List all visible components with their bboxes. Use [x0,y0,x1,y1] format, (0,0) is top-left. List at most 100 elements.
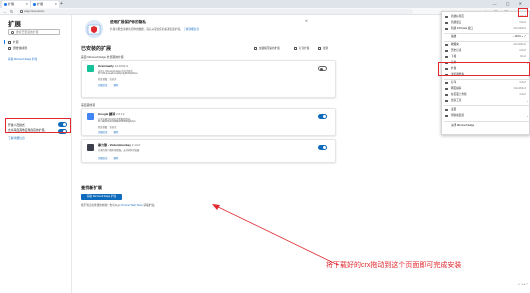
extension-card-google-translate: Google 翻译 2.0.13 在浏览网页时轻松查看翻译版本。 ID: aap… [81,108,336,136]
highlight-box-extensions-menu [438,62,530,76]
back-icon[interactable]: ← [3,8,7,15]
system-tray: ◐ ◑ ◒ ◓ [518,282,528,286]
tab-bar: 扩展 ✕ 扩展 ✕ + — ▢ ✕ [0,0,530,8]
tab-close-icon[interactable]: ✕ [25,1,28,8]
new-tab-icon [445,15,448,19]
extension-card-violentmonkey: 暴力猴 - Violentmonkey 2.13.0 开源的用户脚本管理器，支持… [81,139,336,163]
zoom-control[interactable]: − 100% + ⤢ [512,34,526,40]
remove-link[interactable]: 删除 [114,157,119,160]
inprivate-icon [445,27,448,31]
tab-favicon-icon [33,3,36,6]
extension-links: 详细信息 删除 [98,130,118,134]
page-info-icon[interactable] [20,10,23,13]
details-link[interactable]: 详细信息 [98,84,108,87]
details-link[interactable]: 详细信息 [98,157,108,160]
search-input[interactable]: 搜索已安装的扩展 [8,29,60,35]
download-icon [445,55,448,59]
url-text: edge://extensions [24,10,45,13]
tab-close-icon[interactable]: ✕ [54,1,57,8]
menu-item-zoom[interactable]: 缩放 − 100% + ⤢ [442,34,530,40]
tab-label: 扩展 [8,2,15,6]
extension-description: 开源的用户脚本管理器，支持多种浏览器 [98,150,140,152]
details-link[interactable]: 详细信息 [98,131,108,134]
print-icon [445,81,448,85]
remove-link[interactable]: 删除 [114,84,119,87]
action-label: 打包扩展 [299,47,310,50]
action-label: 加载解压缩的扩展 [259,47,280,50]
sidebar-item-shortcuts[interactable]: 键盘快捷键 [8,46,27,50]
gear-icon [445,108,448,112]
tools-icon [445,99,448,103]
keyboard-icon [8,46,11,50]
refresh-icon [318,46,321,50]
address-bar[interactable]: edge://extensions [18,9,413,14]
menu-item-inprivate[interactable]: 新建 InPrivate 窗口 Ctrl+Shift+N [442,26,530,32]
menu-item-close-edge[interactable]: 关闭 Microsoft Edge [442,123,530,129]
google-translate-icon [87,113,94,120]
tab-extensions-1[interactable]: 扩展 ✕ [2,1,30,8]
highlight-box-more-button [518,8,528,17]
store-note: 找不到正在查找的内容？也可以从 Chrome Web Store 获取扩展。 [81,203,157,207]
history-icon [445,49,448,53]
grammarly-icon [87,65,94,72]
extension-inspect: 检查视图：背景页 [98,127,117,129]
search-placeholder: 搜索已安装的扩展 [16,30,39,34]
extension-card-grammarly: Grammarly 14.1001.0 适用于 Microsoft Edge 的… [81,60,336,98]
extension-name: Grammarly 14.1001.0 [98,64,129,68]
extension-name: Google 翻译 2.0.13 [98,112,125,116]
window-controls[interactable]: — ▢ ✕ [493,0,526,8]
find-extensions-title: 查找新扩展 [81,185,102,190]
help-icon [445,114,448,118]
menu-item-more-tools[interactable]: 更多工具 › [442,98,530,104]
window-icon [445,21,448,25]
sidebar-item-extensions[interactable]: 扩展 [4,40,19,44]
violentmonkey-icon [87,144,94,151]
learn-more-link[interactable]: 了解详细信息 [8,136,25,140]
store-link[interactable]: 获取 Microsoft Edge 扩展 [8,57,37,61]
menu-divider [444,121,529,122]
sidebar-item-label: 键盘快捷键 [13,46,27,50]
banner-description: 扩展可能会请求访问你的数据，请只从受信任的来源安装扩展。 了解详细信息 [110,27,199,31]
extension-toggle[interactable] [318,145,327,150]
extension-icon [8,40,11,44]
section-label-other: 来自其他源 [81,103,95,107]
extension-toggle[interactable] [318,114,327,119]
tab-label: 扩展 [37,2,44,6]
find-icon [445,93,448,97]
package-icon [294,46,297,50]
banner-description-text: 扩展可能会请求访问你的数据，请只从受信任的来源安装扩展。 [110,28,183,31]
get-extensions-button[interactable]: 获取 Microsoft Edge 扩展 [81,194,122,200]
banner-close-icon[interactable]: ✕ [305,19,308,23]
star-icon [445,43,448,47]
menu-item-help[interactable]: 帮助和反馈 › [442,113,530,119]
extension-inspect: 检查视图：背景页 [98,79,117,81]
store-note-prefix: 找不到正在查找的内容？也可以从 [81,204,120,207]
banner-title: 使用扩展保护你的隐私 [110,20,146,24]
extension-toggle[interactable] [318,66,327,71]
folder-icon [254,46,257,50]
installed-title: 已安装的扩展 [81,46,112,52]
refresh-icon[interactable]: ↻ [10,8,13,15]
sidebar-title: 扩展 [8,21,21,28]
pack-extension-button[interactable]: 打包扩展 [294,46,309,50]
extension-id: ID: kbfnbcaeplbcioakkpcpgfkobkghlhen [98,73,138,75]
banner-learn-more-link[interactable]: 了解详细信息 [183,28,199,31]
tab-extensions-2[interactable]: 扩展 ✕ [31,1,59,8]
extension-name: 暴力猴 - Violentmonkey 2.13.0 [98,143,141,147]
store-note-suffix: 获取扩展。 [143,204,157,207]
extension-links: 详细信息 删除 [98,83,118,87]
chevron-right-icon: › [527,114,528,118]
update-button[interactable]: 更新 [318,46,328,50]
remove-link[interactable]: 删除 [114,131,119,134]
annotation-text: 将下载好的crx拖动到这个页面即可完成安装 [326,262,462,269]
load-unpacked-button[interactable]: 加载解压缩的扩展 [254,46,280,50]
new-tab-button[interactable]: + [60,1,63,7]
extension-links: 详细信息 删除 [98,156,118,160]
capture-icon [445,87,448,91]
sidebar: 扩展 搜索已安装的扩展 扩展 键盘快捷键 获取 Microsoft Edge 扩… [0,15,72,293]
chrome-web-store-link[interactable]: Chrome Web Store [121,204,143,207]
tab-favicon-icon [4,3,7,6]
chevron-right-icon: › [527,99,528,103]
menu-divider [444,105,529,106]
highlight-box-dev-mode [5,118,71,133]
